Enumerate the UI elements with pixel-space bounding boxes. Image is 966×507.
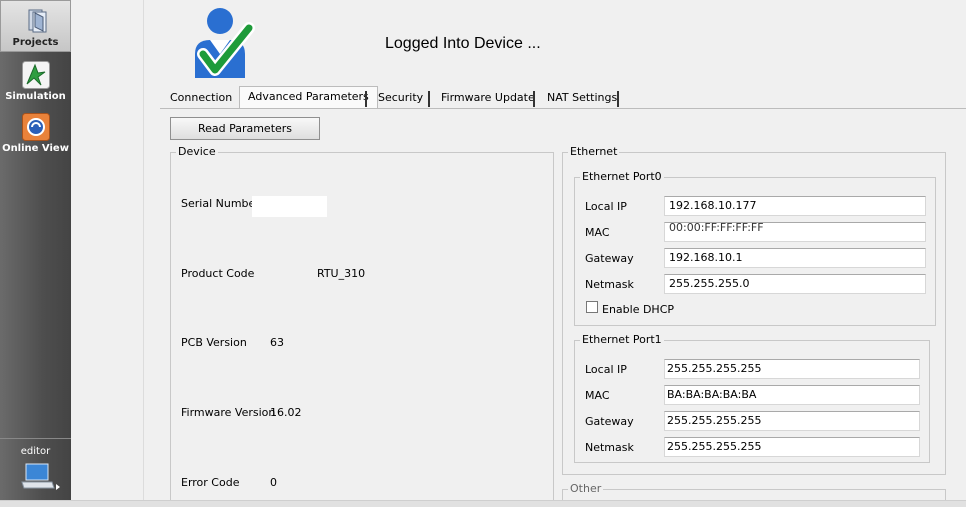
port1-local-ip-label: Local IP	[585, 363, 627, 376]
port1-mac-label: MAC	[585, 389, 610, 402]
editor-label: editor	[20, 446, 51, 457]
port0-gateway-field[interactable]: 192.168.10.1	[664, 248, 926, 268]
ethernet-port1-group: Ethernet Port1 Local IP 255.255.255.255 …	[574, 334, 930, 463]
serial-number-field[interactable]	[252, 196, 327, 217]
port1-mac-field[interactable]: BA:BA:BA:BA:BA	[664, 385, 920, 405]
sidebar-item-label: Projects	[12, 37, 59, 48]
tab-security[interactable]: Security	[370, 88, 431, 108]
tab-separator	[428, 91, 430, 107]
enable-dhcp-label: Enable DHCP	[602, 303, 675, 316]
device-group-title: Device	[176, 145, 218, 158]
port0-local-ip-label: Local IP	[585, 200, 627, 213]
port1-gateway-label: Gateway	[585, 415, 634, 428]
port1-local-ip-field[interactable]: 255.255.255.255	[664, 359, 920, 379]
app-window: Projects Simulation Online View editor L…	[0, 0, 966, 507]
enable-dhcp-checkbox[interactable]	[586, 301, 598, 313]
port0-group-title: Ethernet Port0	[580, 170, 664, 183]
ethernet-group: Ethernet Ethernet Port0 Local IP 192.168…	[562, 146, 946, 475]
tab-advanced-parameters[interactable]: Advanced Parameters	[239, 86, 378, 108]
device-group: Device Serial Number Product Code RTU_31…	[170, 146, 554, 507]
online-view-icon	[22, 113, 50, 141]
port0-netmask-field[interactable]: 255.255.255.0	[664, 274, 926, 294]
pcb-version-value: 63	[270, 336, 284, 349]
sidebar-divider	[0, 438, 71, 439]
ethernet-port0-group: Ethernet Port0 Local IP 192.168.10.177 M…	[574, 171, 936, 326]
port0-netmask-label: Netmask	[585, 278, 634, 291]
port1-netmask-field[interactable]: 255.255.255.255	[664, 437, 920, 457]
tab-separator	[617, 91, 619, 107]
ethernet-group-title: Ethernet	[568, 145, 620, 158]
port0-gateway-label: Gateway	[585, 252, 634, 265]
error-code-value: 0	[270, 476, 277, 489]
product-code-value: RTU_310	[317, 267, 366, 280]
simulation-icon	[22, 61, 50, 89]
sidebar-item-label: Simulation	[5, 91, 66, 102]
firmware-version-value: 16.02	[270, 406, 302, 419]
projects-icon	[28, 9, 47, 33]
left-panel-gutter	[71, 0, 144, 507]
port0-local-ip-field[interactable]: 192.168.10.177	[664, 196, 926, 216]
sidebar-item-online-view[interactable]: Online View	[0, 107, 71, 159]
pcb-version-label: PCB Version	[181, 336, 247, 349]
bottom-scroll-edge	[0, 500, 966, 507]
error-code-label: Error Code	[181, 476, 240, 489]
tab-separator	[533, 91, 535, 107]
product-code-label: Product Code	[181, 267, 255, 280]
tab-connection[interactable]: Connection	[162, 88, 240, 108]
other-group-title: Other	[568, 482, 604, 495]
port1-netmask-label: Netmask	[585, 441, 634, 454]
tab-firmware-update[interactable]: Firmware Update	[433, 88, 543, 108]
tab-separator	[365, 91, 367, 107]
login-status-title: Logged Into Device ...	[385, 35, 541, 52]
read-parameters-button[interactable]: Read Parameters	[170, 117, 320, 140]
user-check-icon	[195, 8, 255, 78]
sidebar-item-projects[interactable]: Projects	[0, 0, 71, 52]
firmware-version-label: Firmware Version	[181, 406, 276, 419]
sidebar-item-simulation[interactable]: Simulation	[0, 55, 71, 107]
editor-laptop-icon[interactable]	[20, 462, 60, 494]
sidebar: Projects Simulation Online View editor	[0, 0, 71, 507]
port0-mac-field[interactable]: 00:00:FF:FF:FF:FF	[664, 222, 926, 242]
tab-nat-settings[interactable]: NAT Settings	[539, 88, 625, 108]
sidebar-item-label: Online View	[2, 143, 69, 154]
port0-mac-label: MAC	[585, 226, 610, 239]
serial-number-label: Serial Number	[181, 197, 260, 210]
port1-gateway-field[interactable]: 255.255.255.255	[664, 411, 920, 431]
port1-group-title: Ethernet Port1	[580, 333, 664, 346]
